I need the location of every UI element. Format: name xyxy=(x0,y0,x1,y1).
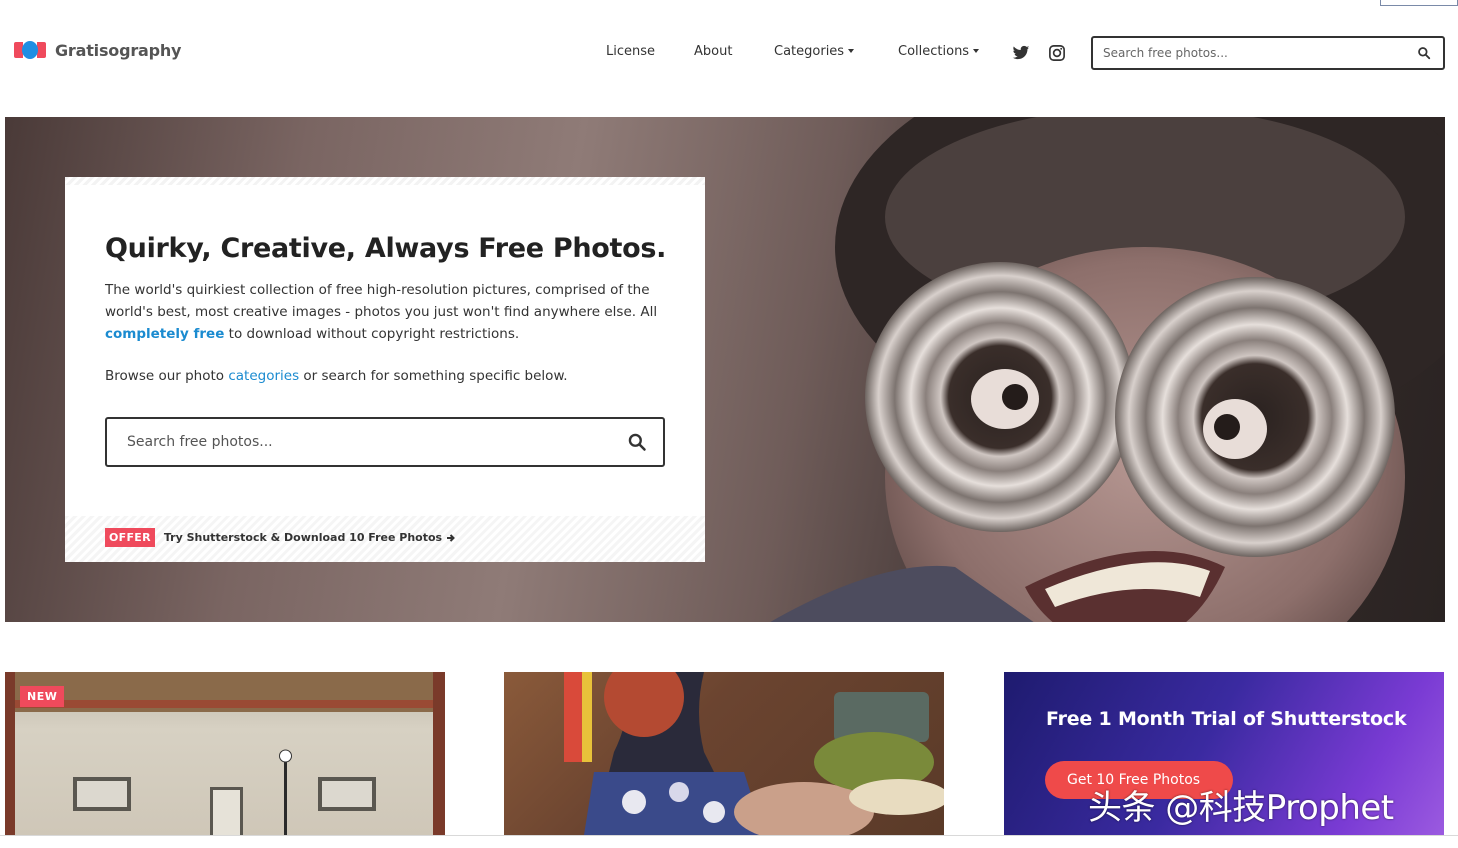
building-photo xyxy=(5,672,445,835)
hero-card: Quirky, Creative, Always Free Photos. Th… xyxy=(65,177,705,562)
hero-browse-text: Browse our photo categories or search fo… xyxy=(105,365,665,387)
promo-title: Free 1 Month Trial of Shutterstock xyxy=(1046,708,1407,730)
chevron-down-icon xyxy=(848,48,855,53)
header-search-input[interactable] xyxy=(1093,38,1393,68)
twitter-icon[interactable] xyxy=(1012,44,1030,62)
offer-link[interactable]: Try Shutterstock & Download 10 Free Phot… xyxy=(164,531,456,544)
bottom-divider xyxy=(0,835,1458,836)
hero-description-text-1: The world's quirkiest collection of free… xyxy=(105,282,658,320)
search-icon[interactable] xyxy=(1417,46,1431,60)
logo-text: Gratisography xyxy=(55,40,182,60)
nav-categories[interactable]: Categories xyxy=(774,43,855,61)
offer-badge: OFFER xyxy=(105,528,155,547)
nav-about[interactable]: About xyxy=(694,43,732,61)
hero-banner: Quirky, Creative, Always Free Photos. Th… xyxy=(5,117,1445,622)
instagram-icon[interactable] xyxy=(1048,44,1066,62)
top-right-fragment xyxy=(1380,0,1458,6)
search-icon[interactable] xyxy=(627,432,647,452)
hero-browse-text-2: or search for something specific below. xyxy=(299,368,568,384)
offer-banner[interactable]: OFFER Try Shutterstock & Download 10 Fre… xyxy=(105,528,456,547)
hero-description: The world's quirkiest collection of free… xyxy=(105,279,665,345)
site-logo[interactable]: Gratisography xyxy=(14,38,181,62)
nav-categories-label: Categories xyxy=(774,44,845,59)
chevron-down-icon xyxy=(973,48,980,53)
logo-mark-icon xyxy=(14,38,46,62)
watermark: 头条 @科技Prophet xyxy=(1088,788,1394,828)
woman-photo xyxy=(564,672,944,835)
nav-collections[interactable]: Collections xyxy=(898,43,980,61)
hero-search xyxy=(105,417,665,467)
hero-title: Quirky, Creative, Always Free Photos. xyxy=(105,233,667,264)
hero-photo-goggles-man xyxy=(770,117,1445,622)
hero-browse-text-1: Browse our photo xyxy=(105,368,229,384)
card-stripe-top xyxy=(65,177,705,185)
new-badge: NEW xyxy=(20,686,65,707)
nav-license[interactable]: License xyxy=(606,43,655,61)
nav-collections-label: Collections xyxy=(898,44,970,59)
hero-description-text-2: to download without copyright restrictio… xyxy=(224,326,520,342)
arrow-right-icon xyxy=(447,533,456,542)
photo-tile-woman[interactable] xyxy=(504,672,944,835)
offer-text: Try Shutterstock & Download 10 Free Phot… xyxy=(163,531,443,544)
categories-link[interactable]: categories xyxy=(228,368,299,384)
hero-search-input[interactable] xyxy=(107,419,587,465)
header-search xyxy=(1091,36,1445,70)
completely-free-link[interactable]: completely free xyxy=(105,326,224,342)
photo-tile-building[interactable]: NEW xyxy=(5,672,445,835)
